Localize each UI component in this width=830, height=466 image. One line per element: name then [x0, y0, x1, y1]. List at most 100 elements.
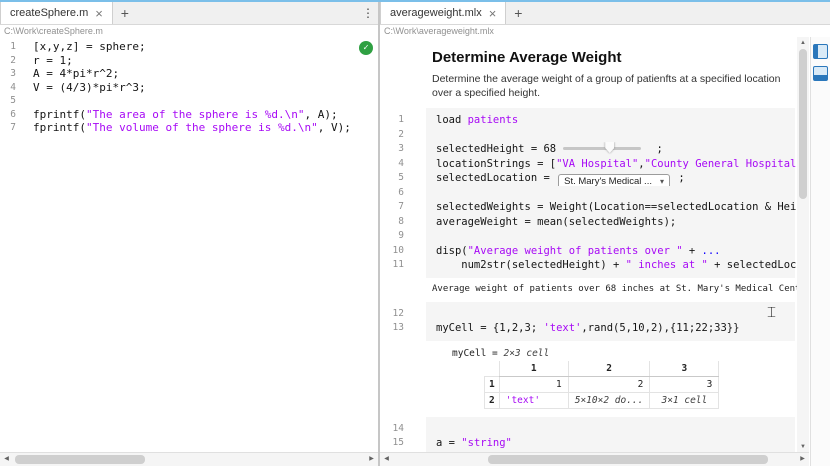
code-line[interactable]: 10disp("Average weight of patients over …	[380, 244, 797, 259]
tab-menu-icon[interactable]: ⋮	[358, 2, 378, 24]
panel-tool-icon-2[interactable]	[813, 66, 828, 81]
code-text[interactable]: locationStrings = ["VA Hospital","County…	[404, 157, 797, 172]
tab-averageweight[interactable]: averageweight.mlx ×	[380, 2, 506, 24]
line-number[interactable]: 7	[380, 200, 404, 215]
code-block-3[interactable]: 14 15a = "string"	[380, 417, 797, 454]
scroll-left-icon[interactable]: ◀	[0, 453, 13, 466]
line-number[interactable]: 4	[0, 81, 16, 95]
height-slider[interactable]	[563, 142, 641, 154]
code-text[interactable]: selectedHeight = 68 ;	[404, 142, 797, 157]
line-number[interactable]: 12	[380, 307, 404, 322]
scroll-right-icon[interactable]: ▶	[365, 453, 378, 466]
scrollbar-thumb[interactable]	[15, 455, 145, 464]
code-line[interactable]: 7selectedWeights = Weight(Location==sele…	[380, 200, 797, 215]
line-number[interactable]: 1	[380, 113, 404, 128]
vertical-scrollbar[interactable]: ▲ ▼	[797, 37, 809, 453]
line-number[interactable]: 1	[0, 40, 16, 54]
code-text[interactable]: fprintf("The volume of the sphere is %d.…	[33, 121, 351, 135]
line-number[interactable]: 6	[0, 108, 16, 122]
code-line[interactable]: 4locationStrings = ["VA Hospital","Count…	[380, 157, 797, 172]
close-icon[interactable]: ×	[489, 7, 497, 20]
panel-tool-icon-1[interactable]	[813, 44, 828, 59]
code-line[interactable]: 6 fprintf("The area of the sphere is %d.\…	[0, 108, 378, 122]
scrollbar-thumb[interactable]	[799, 49, 807, 199]
code-line[interactable]: 2 r = 1;	[0, 54, 378, 68]
code-line[interactable]: 9	[380, 229, 797, 244]
code-text[interactable]: V = (4/3)*pi*r^3;	[33, 81, 146, 95]
code-text[interactable]: selectedWeights = Weight(Location==selec…	[404, 200, 797, 215]
location-dropdown[interactable]: St. Mary's Medical ...▾	[558, 174, 670, 185]
code-text[interactable]: a = "string"	[404, 436, 797, 451]
line-number[interactable]: 8	[380, 215, 404, 230]
code-line[interactable]: 12	[380, 307, 797, 322]
code-line[interactable]: 1 [x,y,z] = sphere;	[0, 40, 378, 54]
line-number[interactable]: 3	[0, 67, 16, 81]
code-text[interactable]: r = 1;	[33, 54, 73, 68]
code-text[interactable]: myCell = {1,2,3; 'text',rand(5,10,2),{11…	[404, 321, 797, 336]
scrollbar-track[interactable]	[393, 453, 796, 466]
new-tab-button[interactable]: +	[506, 2, 530, 24]
code-line[interactable]: 14	[380, 422, 797, 437]
new-tab-button[interactable]: +	[113, 2, 137, 24]
line-number[interactable]: 11	[380, 258, 404, 273]
horizontal-scrollbar[interactable]: ◀ ▶	[0, 452, 378, 466]
code-text[interactable]: selectedLocation = St. Mary's Medical ..…	[404, 171, 797, 186]
line-number[interactable]: 5	[0, 94, 16, 108]
code-text[interactable]	[404, 128, 797, 143]
code-text[interactable]	[404, 186, 797, 201]
horizontal-scrollbar[interactable]: ◀ ▶	[380, 452, 809, 466]
line-number[interactable]: 2	[380, 128, 404, 143]
chevron-down-icon[interactable]: ▾	[660, 175, 664, 186]
code-text[interactable]: disp("Average weight of patients over " …	[404, 244, 797, 259]
scrollbar-track[interactable]	[13, 453, 365, 466]
line-number[interactable]: 5	[380, 171, 404, 186]
code-line[interactable]: 13myCell = {1,2,3; 'text',rand(5,10,2),{…	[380, 321, 797, 336]
code-line[interactable]: 15a = "string"	[380, 436, 797, 451]
code-block-1[interactable]: 1load patients2 3selectedHeight = 68 ;4l…	[380, 108, 797, 278]
slider-thumb[interactable]	[605, 142, 614, 153]
code-text[interactable]	[404, 229, 797, 244]
line-number[interactable]: 14	[380, 422, 404, 437]
code-editor[interactable]: 1[x,y,z] = sphere;2r = 1;3A = 4*pi*r^2;4…	[0, 37, 378, 453]
line-number[interactable]: 6	[380, 186, 404, 201]
code-text[interactable]	[404, 307, 797, 322]
table-cell: 5×10×2 do...	[568, 392, 650, 408]
tab-createsphere[interactable]: createSphere.m ×	[0, 2, 113, 24]
scrollbar-thumb[interactable]	[488, 455, 768, 464]
code-text[interactable]: load patients	[404, 113, 797, 128]
code-text[interactable]	[404, 422, 797, 437]
code-line[interactable]: 5	[0, 94, 378, 108]
code-text[interactable]: fprintf("The area of the sphere is %d.\n…	[33, 108, 338, 122]
code-line[interactable]: 2	[380, 128, 797, 143]
line-number[interactable]: 9	[380, 229, 404, 244]
code-text[interactable]	[33, 94, 40, 108]
code-line[interactable]: 8averageWeight = mean(selectedWeights);	[380, 215, 797, 230]
scroll-right-icon[interactable]: ▶	[796, 453, 809, 466]
code-line[interactable]: 1load patients	[380, 113, 797, 128]
code-block-2[interactable]: 12 13myCell = {1,2,3; 'text',rand(5,10,2…	[380, 302, 797, 341]
line-number[interactable]: 2	[0, 54, 16, 68]
line-number[interactable]: 15	[380, 436, 404, 451]
scroll-left-icon[interactable]: ◀	[380, 453, 393, 466]
code-text[interactable]: [x,y,z] = sphere;	[33, 40, 146, 54]
code-line[interactable]: 6	[380, 186, 797, 201]
slider-track[interactable]	[563, 147, 641, 150]
scrollbar-track[interactable]	[797, 49, 809, 441]
code-line[interactable]: 3selectedHeight = 68 ;	[380, 142, 797, 157]
line-number[interactable]: 3	[380, 142, 404, 157]
code-line[interactable]: 4 V = (4/3)*pi*r^3;	[0, 81, 378, 95]
code-line[interactable]: 7 fprintf("The volume of the sphere is %d…	[0, 121, 378, 135]
line-number[interactable]: 4	[380, 157, 404, 172]
line-number[interactable]: 7	[0, 121, 16, 135]
code-text[interactable]: averageWeight = mean(selectedWeights);	[404, 215, 797, 230]
close-icon[interactable]: ×	[95, 7, 103, 20]
scroll-up-icon[interactable]: ▲	[797, 37, 809, 49]
code-line[interactable]: 5selectedLocation = St. Mary's Medical .…	[380, 171, 797, 186]
code-text[interactable]: num2str(selectedHeight) + " inches at " …	[404, 258, 797, 273]
line-number[interactable]: 10	[380, 244, 404, 259]
line-number[interactable]: 13	[380, 321, 404, 336]
code-text[interactable]: A = 4*pi*r^2;	[33, 67, 119, 81]
code-line[interactable]: 3 A = 4*pi*r^2;	[0, 67, 378, 81]
live-editor-document[interactable]: Determine Average Weight Determine the a…	[380, 37, 797, 453]
code-line[interactable]: 11 num2str(selectedHeight) + " inches at…	[380, 258, 797, 273]
